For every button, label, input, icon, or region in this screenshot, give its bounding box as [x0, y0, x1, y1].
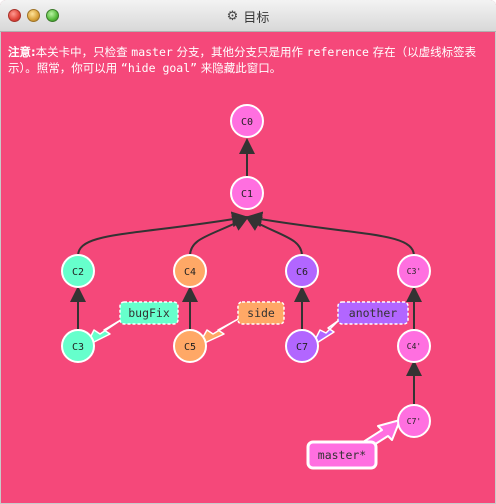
commit-c0-label: C0 [241, 117, 253, 128]
commit-c2[interactable]: C2 [61, 254, 95, 288]
commit-c3p-label: C3' [407, 267, 421, 276]
commit-c3[interactable]: C3 [61, 329, 95, 363]
commit-c1-label: C1 [241, 189, 253, 200]
commit-c7[interactable]: C7 [285, 329, 319, 363]
commit-c7p-label: C7' [407, 417, 421, 426]
commit-c4-label: C4 [184, 267, 196, 278]
branch-side[interactable]: side [237, 301, 285, 325]
edge-c6-c1 [245, 216, 303, 257]
branch-another-label: another [349, 306, 398, 320]
branch-another[interactable]: another [337, 301, 409, 325]
commit-graph: C0 C1 C2 C4 C6 C3' C3 C5 C7 C4' C7' bugF… [61, 104, 431, 470]
branch-side-label: side [247, 306, 275, 320]
branch-master-label: master* [318, 448, 366, 462]
commit-c7-label: C7 [296, 342, 308, 353]
commit-c0[interactable]: C0 [230, 104, 264, 138]
edge-c2-c1 [77, 211, 248, 257]
commit-c2-label: C2 [72, 267, 84, 278]
commit-c3-label: C3 [72, 342, 84, 353]
branch-master[interactable]: master* [306, 440, 378, 470]
commit-c6-label: C6 [296, 267, 308, 278]
commit-c5[interactable]: C5 [173, 329, 207, 363]
commit-c5-label: C5 [184, 342, 196, 353]
edge-c4-c1 [189, 216, 250, 257]
goal-window: ⚙ 目标 注意:本关卡中，只检查 master 分支，其他分支只是用作 refe… [0, 0, 496, 504]
commit-c4p[interactable]: C4' [397, 329, 431, 363]
branch-bugfix-label: bugFix [128, 306, 170, 320]
commit-c6[interactable]: C6 [285, 254, 319, 288]
commit-c3p[interactable]: C3' [397, 254, 431, 288]
commit-c4[interactable]: C4 [173, 254, 207, 288]
commit-c4p-label: C4' [407, 342, 421, 351]
commit-c1[interactable]: C1 [230, 176, 264, 210]
edge-c3p-c1 [246, 211, 415, 257]
branch-bugfix[interactable]: bugFix [119, 301, 179, 325]
commit-c7p[interactable]: C7' [397, 404, 431, 438]
